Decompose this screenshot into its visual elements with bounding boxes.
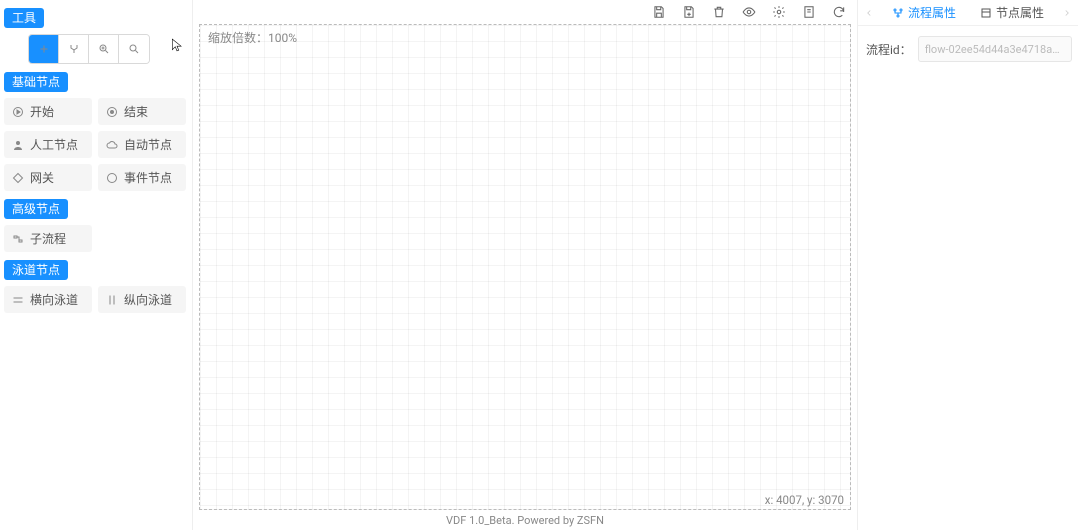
node-item-horizontal-lane[interactable]: 横向泳道	[4, 286, 92, 313]
stop-circle-icon	[106, 106, 118, 118]
h-lane-icon	[12, 294, 24, 306]
basic-nodes-grid: 开始 结束 人工节点 自动节点 网关 事件节点	[4, 98, 186, 191]
flow-canvas[interactable]: 缩放倍数：100% x: 4007, y: 3070	[199, 24, 851, 510]
node-label: 网关	[30, 169, 54, 186]
toolbar-add-button[interactable]	[29, 35, 59, 63]
tab-scroll-right[interactable]	[1060, 8, 1074, 18]
zoom-indicator: 缩放倍数：100%	[208, 29, 297, 46]
lane-nodes-grid: 横向泳道 纵向泳道	[4, 286, 186, 313]
section-header-advanced: 高级节点	[4, 199, 68, 219]
toolbar-export-button[interactable]	[801, 4, 817, 20]
toolbar-refresh-button[interactable]	[831, 4, 847, 20]
node-label: 子流程	[30, 230, 66, 247]
node-item-subflow[interactable]: 子流程	[4, 225, 92, 252]
tab-label: 节点属性	[996, 4, 1044, 21]
flow-prop-icon	[892, 7, 904, 19]
left-sidebar: 工具 基础节点	[0, 0, 192, 530]
node-label: 结束	[124, 103, 148, 120]
toolbar-zoom-reset-button[interactable]	[119, 35, 149, 63]
footer-text: VDF 1.0_Beta. Powered by ZSFN	[193, 510, 857, 530]
node-label: 自动节点	[124, 136, 172, 153]
toolbar-settings-button[interactable]	[771, 4, 787, 20]
flow-id-input[interactable]	[918, 36, 1072, 62]
sidebar-toolbar	[28, 34, 150, 64]
plus-icon	[38, 43, 50, 55]
tools-header: 工具	[4, 8, 44, 28]
toolbar-save-button[interactable]	[651, 4, 667, 20]
tab-node-properties[interactable]: 节点属性	[974, 4, 1050, 21]
toolbar-zoom-in-button[interactable]	[89, 35, 119, 63]
zoom-in-icon	[98, 43, 110, 55]
play-circle-icon	[12, 106, 24, 118]
node-item-human-task[interactable]: 人工节点	[4, 131, 92, 158]
coord-indicator: x: 4007, y: 3070	[765, 493, 844, 507]
node-item-start[interactable]: 开始	[4, 98, 92, 125]
toolbar-preview-button[interactable]	[741, 4, 757, 20]
top-toolbar	[193, 0, 857, 24]
node-label: 事件节点	[124, 169, 172, 186]
flow-id-row: 流程id：	[866, 36, 1070, 62]
tab-scroll-left[interactable]	[862, 8, 876, 18]
section-header-basic: 基础节点	[4, 72, 68, 92]
gateway-icon	[12, 172, 24, 184]
tab-flow-properties[interactable]: 流程属性	[886, 4, 962, 21]
toolbar-save-as-button[interactable]	[681, 4, 697, 20]
event-circle-icon	[106, 172, 118, 184]
tab-label: 流程属性	[908, 4, 956, 21]
toolbar-fork-button[interactable]	[59, 35, 89, 63]
right-panel: 流程属性 节点属性 流程id：	[858, 0, 1078, 530]
flow-id-label: 流程id：	[866, 41, 912, 58]
toolbar-delete-button[interactable]	[711, 4, 727, 20]
v-lane-icon	[106, 294, 118, 306]
node-item-event[interactable]: 事件节点	[98, 164, 186, 191]
fork-icon	[68, 43, 80, 55]
canvas-wrap: 缩放倍数：100% x: 4007, y: 3070	[199, 24, 851, 510]
node-item-vertical-lane[interactable]: 纵向泳道	[98, 286, 186, 313]
node-item-auto-task[interactable]: 自动节点	[98, 131, 186, 158]
subflow-icon	[12, 233, 24, 245]
zoom-reset-icon	[128, 43, 140, 55]
section-header-lane: 泳道节点	[4, 260, 68, 280]
node-label: 开始	[30, 103, 54, 120]
node-item-end[interactable]: 结束	[98, 98, 186, 125]
node-label: 人工节点	[30, 136, 78, 153]
user-icon	[12, 139, 24, 151]
node-prop-icon	[980, 7, 992, 19]
cloud-icon	[106, 139, 118, 151]
node-label: 纵向泳道	[124, 291, 172, 308]
advanced-nodes-grid: 子流程	[4, 225, 186, 252]
properties-body: 流程id：	[858, 26, 1078, 72]
node-label: 横向泳道	[30, 291, 78, 308]
node-item-gateway[interactable]: 网关	[4, 164, 92, 191]
properties-tabs: 流程属性 节点属性	[858, 0, 1078, 26]
center-area: 缩放倍数：100% x: 4007, y: 3070 VDF 1.0_Beta.…	[192, 0, 858, 530]
